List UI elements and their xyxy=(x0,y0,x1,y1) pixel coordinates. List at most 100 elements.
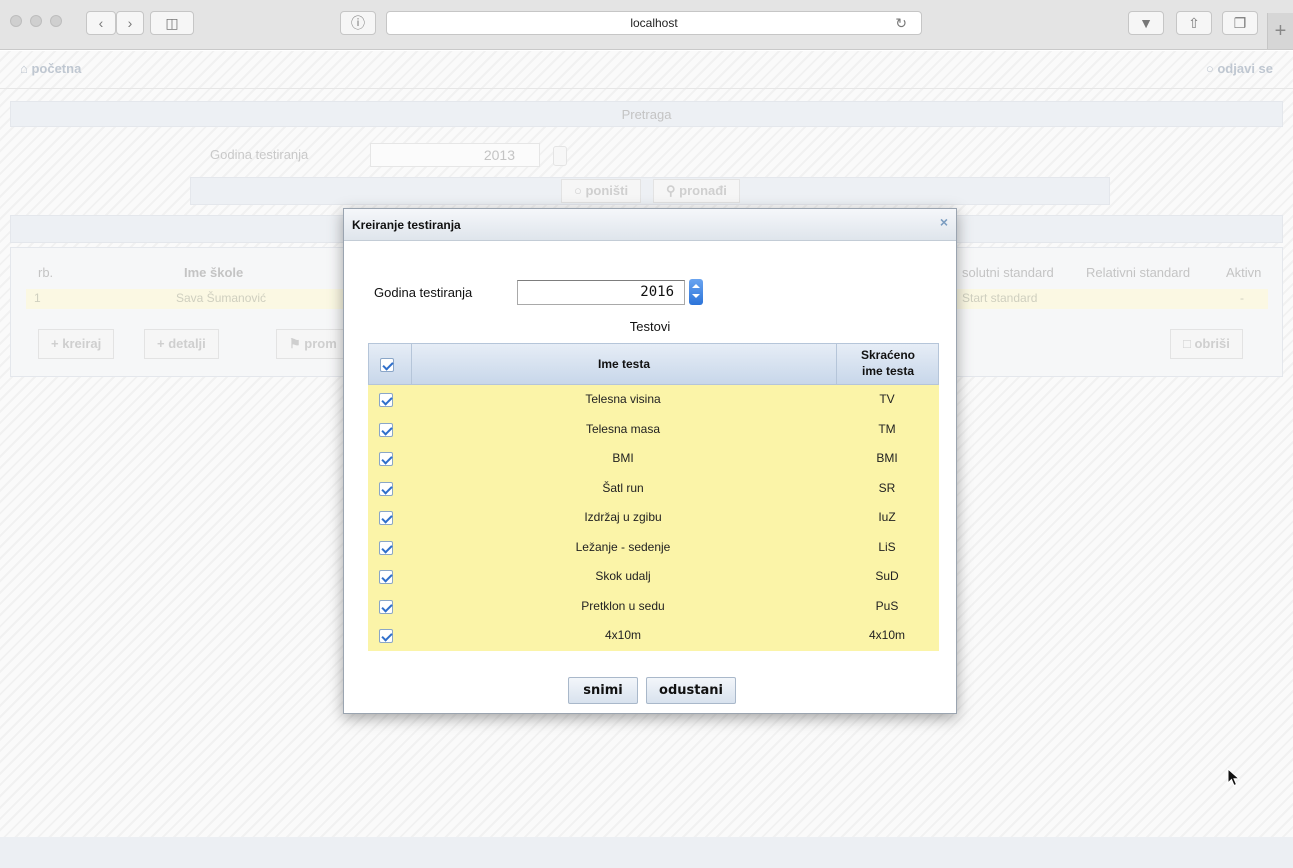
reset-button[interactable]: ○ poništi xyxy=(561,179,642,203)
nav-logout-link[interactable]: ○ odjavi se xyxy=(1206,61,1273,76)
tests-table-header: Ime testa Skraćeno ime testa xyxy=(368,343,939,385)
top-nav: ⌂ početna ○ odjavi se xyxy=(0,51,1293,89)
table-row[interactable]: BMI BMI xyxy=(368,444,939,474)
footer-strip xyxy=(0,837,1293,868)
row-checkbox[interactable] xyxy=(379,540,393,555)
col-header-abbr-line2: ime testa xyxy=(861,364,915,378)
download-icon: ▼ xyxy=(1139,15,1153,31)
nav-home-link[interactable]: ⌂ početna xyxy=(20,61,81,76)
test-name: Skok udalj xyxy=(595,569,651,583)
table-row[interactable]: Telesna masa TM xyxy=(368,414,939,444)
table-row[interactable]: Telesna visina TV xyxy=(368,385,939,415)
create-button[interactable]: + kreiraj xyxy=(38,329,115,359)
nav-logout-label: odjavi se xyxy=(1217,61,1273,76)
search-year-spinner[interactable] xyxy=(553,146,567,166)
row-checkbox[interactable] xyxy=(379,481,393,496)
tests-caption: Testovi xyxy=(629,319,671,334)
reset-label: poništi xyxy=(585,183,629,198)
dialog-title: Kreiranje testiranja xyxy=(352,218,461,232)
dialog-header: Kreiranje testiranja × xyxy=(344,209,956,241)
change-label: prom xyxy=(304,336,337,351)
test-abbr: PuS xyxy=(875,598,899,613)
plus-icon: + xyxy=(1274,20,1287,42)
cancel-button[interactable]: odustani xyxy=(646,677,736,704)
search-section-title: Pretraga xyxy=(621,107,672,122)
test-abbr: SR xyxy=(878,480,896,495)
table-row[interactable]: Ležanje - sedenje LiS xyxy=(368,532,939,562)
downloads-button[interactable]: ▼ xyxy=(1128,11,1164,35)
details-label: detalji xyxy=(168,336,206,351)
sidebar-icon: ◫ xyxy=(165,15,179,31)
year-input[interactable]: 2016 xyxy=(517,280,685,305)
chevron-left-icon: ‹ xyxy=(98,15,104,31)
row-standard: Start standard xyxy=(962,291,1038,305)
delete-button[interactable]: □ obriši xyxy=(1170,329,1243,359)
col-header-school: Ime škole xyxy=(184,265,244,280)
test-abbr: BMI xyxy=(876,451,898,465)
search-year-input[interactable]: 2013 xyxy=(370,143,540,167)
col-header-test-name[interactable]: Ime testa xyxy=(411,344,837,384)
test-abbr: 4x10m xyxy=(868,628,906,642)
test-name: Izdržaj u zgibu xyxy=(584,510,662,524)
row-checkbox[interactable] xyxy=(379,570,393,584)
col-header-abbreviation[interactable]: Skraćeno ime testa xyxy=(837,347,939,379)
test-name: Šatl run xyxy=(602,480,644,495)
test-name: Telesna visina xyxy=(585,392,661,406)
tests-table: Ime testa Skraćeno ime testa Telesna vis… xyxy=(368,343,939,651)
zoom-window-icon[interactable] xyxy=(50,15,62,27)
row-checkbox[interactable] xyxy=(379,511,393,525)
nav-home-label: početna xyxy=(31,61,82,76)
test-abbr: SuD xyxy=(875,569,899,583)
select-all-checkbox[interactable] xyxy=(380,358,394,372)
reload-icon[interactable]: ↻ xyxy=(895,12,907,34)
row-school: Sava Šumanović xyxy=(176,291,267,305)
new-tab-button[interactable]: + xyxy=(1267,13,1293,49)
share-button[interactable]: ⇧ xyxy=(1176,11,1212,35)
details-button[interactable]: + detalji xyxy=(144,329,219,359)
create-testing-dialog: Kreiranje testiranja × Godina testiranja… xyxy=(343,208,957,714)
forward-button[interactable]: › xyxy=(116,11,144,35)
minimize-window-icon[interactable] xyxy=(30,15,42,27)
row-active: - xyxy=(1240,291,1244,305)
test-name: Pretklon u sedu xyxy=(581,598,665,613)
table-row[interactable]: Pretklon u sedu PuS xyxy=(368,591,939,621)
change-button[interactable]: ⚑ prom xyxy=(276,329,349,359)
row-checkbox[interactable] xyxy=(379,599,393,614)
tabs-button[interactable]: ❐ xyxy=(1222,11,1258,35)
url-text: localhost xyxy=(630,16,678,30)
find-button[interactable]: ⚲ pronađi xyxy=(653,179,740,203)
table-row[interactable]: Skok udalj SuD xyxy=(368,562,939,592)
table-row[interactable]: Šatl run SR xyxy=(368,473,939,503)
close-icon[interactable]: × xyxy=(940,214,948,230)
row-checkbox[interactable] xyxy=(379,422,393,437)
chevron-right-icon: › xyxy=(127,15,133,31)
row-checkbox[interactable] xyxy=(379,452,393,466)
col-header-relative-standard: Relativni standard xyxy=(1086,265,1191,280)
col-header-absolute-standard: solutni standard xyxy=(962,265,1054,280)
info-icon: ⓘ xyxy=(351,15,365,31)
test-name: Ležanje - sedenje xyxy=(575,539,671,554)
search-section-header: Pretraga xyxy=(10,101,1283,127)
test-abbr: IuZ xyxy=(878,510,896,524)
row-checkbox[interactable] xyxy=(379,393,393,407)
search-year-label: Godina testiranja xyxy=(210,147,309,162)
row-checkbox[interactable] xyxy=(379,629,393,643)
col-header-active: Aktivn xyxy=(1226,265,1262,280)
mouse-cursor-icon xyxy=(1227,768,1241,787)
sidebar-button[interactable]: ◫ xyxy=(150,11,194,35)
reader-button[interactable]: ⓘ xyxy=(340,11,376,35)
tabs-icon: ❐ xyxy=(1233,15,1247,31)
back-button[interactable]: ‹ xyxy=(86,11,116,35)
table-row[interactable]: Izdržaj u zgibu IuZ xyxy=(368,503,939,533)
create-label: kreiraj xyxy=(62,336,102,351)
share-icon: ⇧ xyxy=(1188,15,1200,31)
address-bar[interactable]: localhost ↻ xyxy=(386,11,922,35)
table-row[interactable]: 4x10m 4x10m xyxy=(368,621,939,651)
close-window-icon[interactable] xyxy=(10,15,22,27)
test-abbr: TV xyxy=(879,392,895,406)
browser-toolbar: ‹ › ◫ ⓘ localhost ↻ ▼ ⇧ ❐ + xyxy=(0,0,1293,50)
row-rb: 1 xyxy=(34,291,41,305)
year-spinner[interactable] xyxy=(689,279,703,305)
save-button[interactable]: snimi xyxy=(568,677,638,704)
search-button-row: ○ poništi ⚲ pronađi xyxy=(190,177,1110,205)
